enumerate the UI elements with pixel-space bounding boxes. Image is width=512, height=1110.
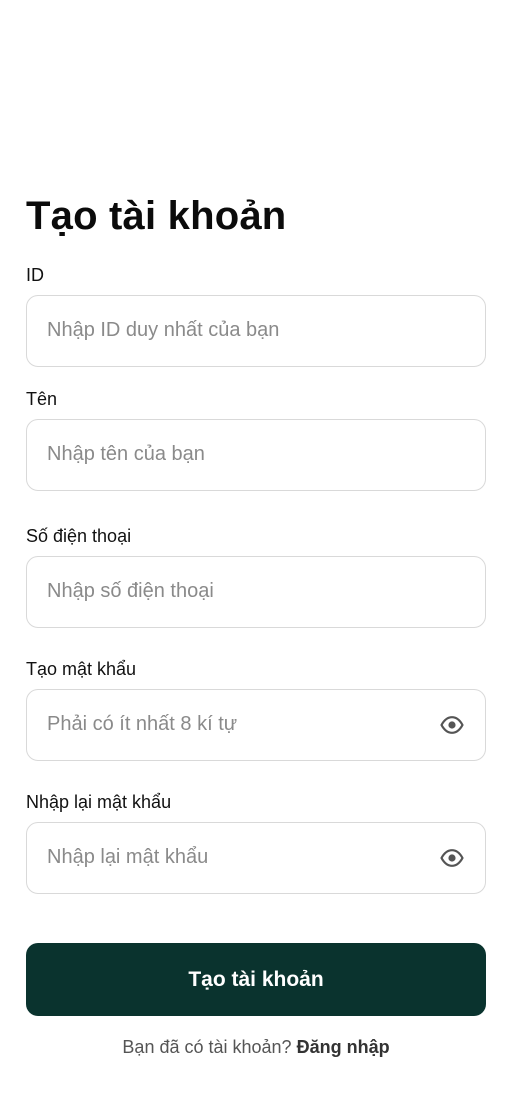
login-link[interactable]: Đăng nhập <box>297 1037 390 1057</box>
phone-label: Số điện thoại <box>26 526 132 546</box>
id-input[interactable] <box>47 296 427 365</box>
eye-icon[interactable] <box>439 846 465 870</box>
name-field <box>26 419 486 491</box>
password-input[interactable] <box>47 690 427 759</box>
id-label: ID <box>26 265 44 285</box>
id-field <box>26 295 486 367</box>
name-input[interactable] <box>47 420 427 489</box>
eye-icon[interactable] <box>439 713 465 737</box>
confirm-password-label: Nhập lại mật khẩu <box>26 792 172 812</box>
confirm-password-field <box>26 822 486 894</box>
login-prompt-text: Bạn đã có tài khoản? <box>122 1037 292 1057</box>
page-title: Tạo tài khoản <box>26 194 287 238</box>
create-account-button-label: Tạo tài khoản <box>188 967 324 991</box>
confirm-password-input[interactable] <box>47 823 427 892</box>
create-account-button[interactable]: Tạo tài khoản <box>26 943 486 1016</box>
password-field <box>26 689 486 761</box>
password-label: Tạo mật khẩu <box>26 659 137 679</box>
name-label: Tên <box>26 389 58 409</box>
phone-input[interactable] <box>47 557 427 626</box>
phone-field <box>26 556 486 628</box>
login-prompt: Bạn đã có tài khoản? Đăng nhập <box>26 1036 486 1058</box>
